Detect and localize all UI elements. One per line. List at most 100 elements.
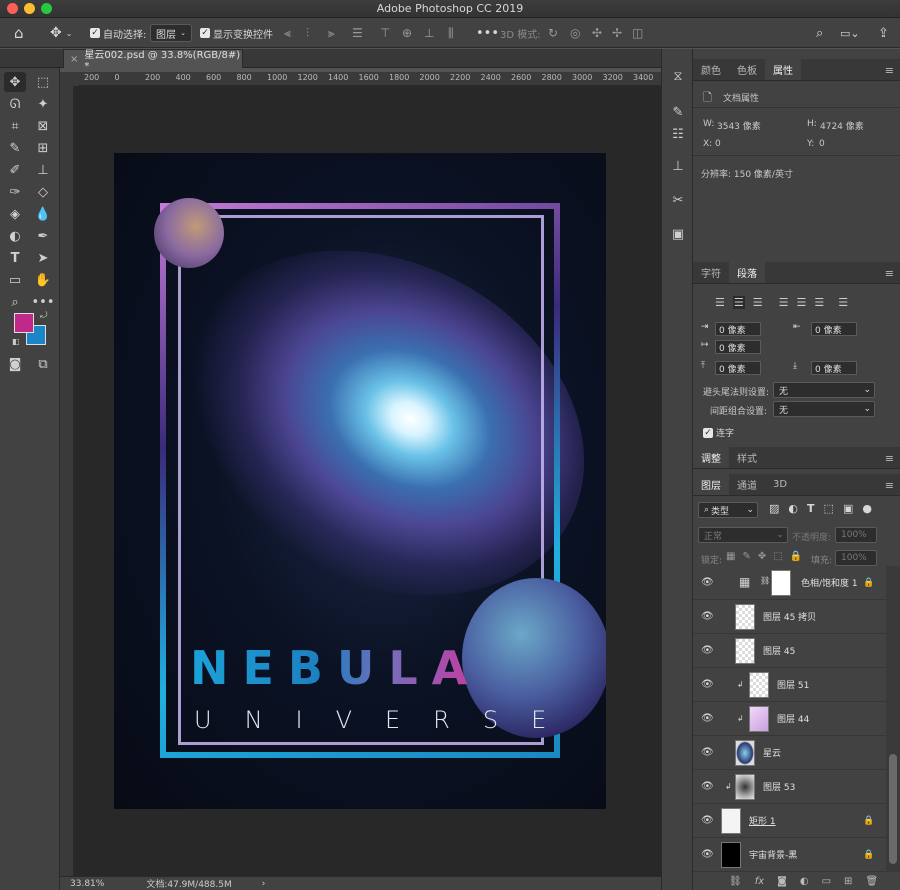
eyedropper-tool-icon[interactable]: ✎ bbox=[4, 138, 26, 158]
default-colors-icon[interactable]: ◧ bbox=[12, 337, 20, 346]
path-select-tool-icon[interactable]: ➤ bbox=[32, 248, 54, 268]
align-vcenter-icon[interactable]: ⊕ bbox=[402, 18, 412, 48]
justify-all-icon[interactable]: ☰ bbox=[838, 296, 848, 309]
tab-adjustments[interactable]: 调整 bbox=[693, 446, 729, 468]
workspace-icon[interactable]: ▭⌄ bbox=[840, 18, 860, 48]
ruler-origin[interactable] bbox=[60, 72, 78, 86]
align-bottom-icon[interactable]: ⊥ bbox=[424, 18, 434, 48]
justify-center-icon[interactable]: ☰ bbox=[797, 296, 807, 309]
indent-first-line-field[interactable]: 0 像素 bbox=[715, 340, 761, 354]
show-transform-checkbox[interactable]: ✓ 显示变换控件 bbox=[200, 18, 273, 48]
justify-right-icon[interactable]: ☰ bbox=[814, 296, 824, 309]
add-mask-icon[interactable]: ◙ bbox=[777, 876, 787, 887]
3d-orbit-icon[interactable]: ↻ bbox=[548, 18, 558, 48]
3d-roll-icon[interactable]: ◎ bbox=[570, 18, 580, 48]
align-right-icon[interactable]: ⫸ bbox=[328, 18, 335, 48]
eye-icon[interactable]: 👁 bbox=[701, 577, 714, 588]
brush-settings-icon[interactable]: ✎ bbox=[669, 103, 687, 121]
more-tools-icon[interactable]: ••• bbox=[32, 292, 55, 312]
frame-tool-icon[interactable]: ⊠ bbox=[32, 116, 54, 136]
type-filter-icon[interactable]: T bbox=[807, 502, 815, 515]
lock-artboard-icon[interactable]: ⬚ bbox=[773, 551, 782, 562]
magic-wand-tool-icon[interactable]: ✦ bbox=[32, 94, 54, 114]
tab-layers[interactable]: 图层 bbox=[693, 473, 729, 495]
quick-mask-icon[interactable]: ◙ bbox=[4, 354, 26, 374]
layers-scrollbar[interactable] bbox=[886, 566, 900, 872]
search-icon[interactable]: ⌕ bbox=[816, 18, 823, 48]
indent-left-field[interactable]: 0 像素 bbox=[715, 322, 761, 336]
blur-tool-icon[interactable]: 💧 bbox=[32, 204, 54, 224]
3d-pan-icon[interactable]: ✣ bbox=[592, 18, 602, 48]
filter-toggle-icon[interactable]: ● bbox=[862, 502, 872, 515]
trash-icon[interactable]: 🗑 bbox=[865, 876, 878, 887]
layer-row[interactable]: 👁 矩形 1 🔒 bbox=[693, 804, 886, 838]
distribute-vertical-icon[interactable]: ⫼ bbox=[448, 18, 454, 48]
eye-icon[interactable]: 👁 bbox=[701, 849, 714, 860]
foreground-color-swatch[interactable] bbox=[14, 313, 34, 333]
tab-swatches[interactable]: 色板 bbox=[729, 58, 765, 80]
lock-pixels-icon[interactable]: ✎ bbox=[742, 551, 750, 562]
width-value[interactable]: 3543 像素 bbox=[717, 119, 761, 132]
blend-mode-select[interactable]: 正常 ⌄ bbox=[698, 527, 788, 543]
eye-icon[interactable]: 👁 bbox=[701, 679, 714, 690]
auto-select-checkbox[interactable]: ✓ 自动选择: bbox=[90, 18, 146, 48]
new-adjustment-icon[interactable]: ◐ bbox=[800, 876, 809, 887]
auto-select-dropdown[interactable]: 图层 ⌄ bbox=[150, 18, 192, 48]
height-value[interactable]: 4724 像素 bbox=[820, 119, 864, 132]
more-options-icon[interactable]: ••• bbox=[476, 18, 499, 48]
layer-row[interactable]: 👁 图层 45 bbox=[693, 634, 886, 668]
hyphenate-checkbox[interactable]: ✓ 连字 bbox=[703, 426, 734, 439]
align-center-text-icon[interactable]: ☰ bbox=[732, 296, 745, 309]
eye-icon[interactable]: 👁 bbox=[701, 747, 714, 758]
eraser-tool-icon[interactable]: ◇ bbox=[32, 182, 54, 202]
justify-left-icon[interactable]: ☰ bbox=[779, 296, 789, 309]
move-tool-icon[interactable]: ✥ bbox=[4, 72, 26, 92]
document-tab[interactable]: × 星云002.psd @ 33.8%(RGB/8#) * bbox=[63, 49, 243, 72]
shape-filter-icon[interactable]: ⬚ bbox=[824, 502, 834, 515]
horizontal-ruler[interactable]: 200 0 200 400 600 800 1000 1200 1400 1600 1800 2000… bbox=[78, 72, 661, 86]
opacity-field[interactable]: 100% bbox=[835, 527, 877, 543]
layer-row[interactable]: 👁 ▦ ⛓ 色相/饱和度 1 🔒 bbox=[693, 566, 886, 600]
indent-right-field[interactable]: 0 像素 bbox=[811, 322, 857, 336]
y-value[interactable]: 0 bbox=[819, 139, 825, 149]
close-tab-icon[interactable]: × bbox=[70, 54, 78, 65]
space-after-field[interactable]: 0 像素 bbox=[811, 361, 857, 375]
panel-menu-icon[interactable]: ≡ bbox=[885, 452, 894, 465]
align-top-icon[interactable]: ⊤ bbox=[380, 18, 390, 48]
panel-menu-icon[interactable]: ≡ bbox=[885, 479, 894, 492]
tool-presets-icon[interactable]: ✂ bbox=[669, 191, 687, 209]
align-left-icon[interactable]: ⫷ bbox=[284, 18, 291, 48]
adjustments-icon[interactable]: ☷ bbox=[669, 125, 687, 143]
tab-properties[interactable]: 属性 bbox=[765, 58, 801, 80]
chevron-right-icon[interactable]: › bbox=[262, 879, 266, 889]
eye-icon[interactable]: 👁 bbox=[701, 815, 714, 826]
space-before-field[interactable]: 0 像素 bbox=[715, 361, 761, 375]
new-layer-icon[interactable]: ⊞ bbox=[844, 876, 852, 887]
panel-menu-icon[interactable]: ≡ bbox=[885, 64, 894, 77]
brush-tool-icon[interactable]: ✐ bbox=[4, 160, 26, 180]
layer-row[interactable]: 👁 ↲ 图层 53 bbox=[693, 770, 886, 804]
zoom-level[interactable]: 33.81% bbox=[70, 879, 104, 889]
fx-icon[interactable]: fx bbox=[755, 876, 764, 887]
type-tool-icon[interactable]: T bbox=[4, 248, 26, 268]
x-value[interactable]: 0 bbox=[715, 139, 721, 149]
3d-slide-icon[interactable]: ✢ bbox=[612, 18, 622, 48]
new-group-icon[interactable]: ▭ bbox=[822, 876, 831, 887]
kinsoku-select[interactable]: 无 ⌄ bbox=[773, 382, 875, 398]
crop-tool-icon[interactable]: ⌗ bbox=[4, 116, 26, 136]
move-tool-preset-icon[interactable]: ✥ ⌄ bbox=[50, 18, 72, 48]
marquee-tool-icon[interactable]: ⬚ bbox=[32, 72, 54, 92]
pen-tool-icon[interactable]: ✒ bbox=[32, 226, 54, 246]
layer-row[interactable]: 👁 图层 45 拷贝 bbox=[693, 600, 886, 634]
pixel-filter-icon[interactable]: ▨ bbox=[769, 502, 779, 515]
vertical-ruler[interactable] bbox=[60, 86, 74, 876]
home-icon[interactable]: ⌂ bbox=[14, 18, 24, 48]
tab-color[interactable]: 颜色 bbox=[693, 58, 729, 80]
swap-colors-icon[interactable]: ⤾ bbox=[40, 311, 48, 321]
zoom-tool-icon[interactable]: ⌕ bbox=[4, 292, 26, 312]
tab-character[interactable]: 字符 bbox=[693, 261, 729, 283]
link-layers-icon[interactable]: ⛓ bbox=[729, 876, 742, 887]
mojikumi-select[interactable]: 无 ⌄ bbox=[773, 401, 875, 417]
panel-menu-icon[interactable]: ≡ bbox=[885, 267, 894, 280]
stamp-tool-icon[interactable]: ⊥ bbox=[32, 160, 54, 180]
